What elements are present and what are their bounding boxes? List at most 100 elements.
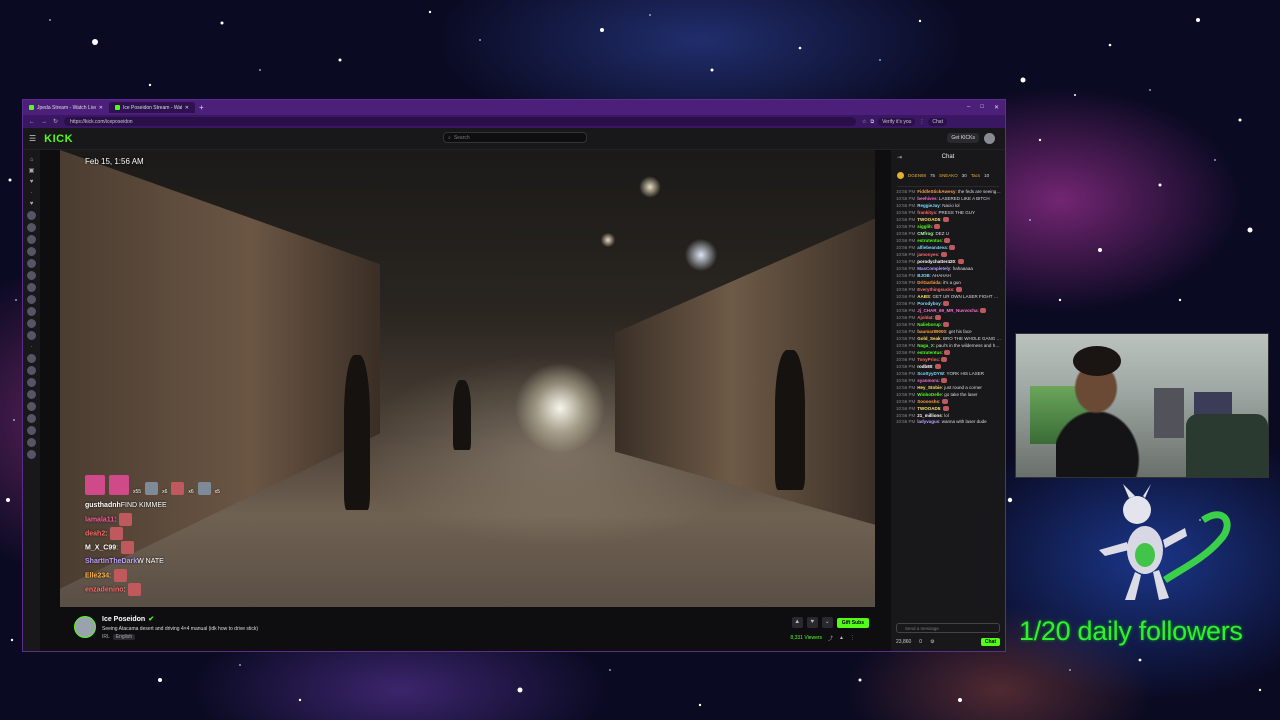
search-input[interactable]: ⌕ Search: [443, 132, 587, 143]
chat-username[interactable]: alfiebean4eva: [917, 245, 947, 250]
chat-message[interactable]: 10:56 PM Sooooshs:: [896, 399, 1001, 405]
chat-username[interactable]: porodychatter420: [917, 259, 955, 264]
chat-message[interactable]: 10:56 PM TWOOAD5:: [896, 217, 1001, 223]
chat-message[interactable]: 10:56 PM alfiebean4eva:: [896, 245, 1001, 251]
chat-username[interactable]: sigglih: [917, 224, 932, 229]
profile-pill[interactable]: Verify it's you: [878, 117, 916, 126]
close-tab-icon[interactable]: ✕: [185, 105, 189, 111]
chat-message[interactable]: 10:56 PM Hey_Stobie: just round a corner: [896, 385, 1001, 391]
chat-message-input[interactable]: Send a message: [896, 623, 1000, 633]
channel-avatar[interactable]: [27, 223, 36, 232]
close-window-icon[interactable]: ✕: [994, 104, 999, 111]
home-icon[interactable]: ⌂: [30, 156, 34, 164]
reload-icon[interactable]: ↻: [53, 118, 58, 125]
chat-message[interactable]: 10:56 PM Ajoldat:: [896, 315, 1001, 321]
chat-username[interactable]: Naga_X: [917, 343, 934, 348]
close-tab-icon[interactable]: ✕: [99, 105, 103, 111]
menu-icon[interactable]: ⋮: [919, 119, 924, 125]
chat-message[interactable]: 10:56 PM jamonyes:: [896, 252, 1001, 258]
following-heart-icon[interactable]: ♥: [30, 178, 34, 186]
chat-username[interactable]: ScottyyDYW: [917, 371, 944, 376]
chat-username[interactable]: rodb80: [917, 364, 932, 369]
chat-message[interactable]: 10:56 PM ScottyyDYW: YORK HIS LASER: [896, 371, 1001, 377]
chat-username[interactable]: 21_millions: [917, 413, 942, 418]
chat-username[interactable]: Ajoldat: [917, 315, 932, 320]
channel-avatar[interactable]: [27, 331, 36, 340]
channel-avatar[interactable]: [27, 450, 36, 459]
chat-message[interactable]: 10:56 PMAABS: GET UR OWN LASER FIGHT BAC…: [896, 294, 1001, 300]
maximize-icon[interactable]: □: [980, 104, 984, 111]
chat-message[interactable]: 10:55 PM FiddleStickAwesy: the feds are s…: [896, 189, 1001, 195]
clip-icon[interactable]: ▲: [839, 635, 844, 642]
chat-message[interactable]: 10:56 PM DrlGarbida: it's a gun: [896, 280, 1001, 286]
chat-message[interactable]: 10:56 PM baumar89000: get his face: [896, 329, 1001, 335]
hamburger-menu-icon[interactable]: ☰: [29, 134, 36, 143]
chat-username[interactable]: Sooooshs: [917, 399, 939, 404]
language-tag[interactable]: English: [112, 634, 136, 640]
chat-message[interactable]: 10:56 PM estrutentus:: [896, 238, 1001, 244]
chat-username[interactable]: TWOOAD5: [917, 217, 940, 222]
chat-message[interactable]: 10:56 PM BJOB: AHAHAH: [896, 273, 1001, 279]
chat-username[interactable]: jamonyes: [917, 252, 938, 257]
channel-avatar[interactable]: [27, 247, 36, 256]
chat-username[interactable]: DrlGarbida: [917, 280, 940, 285]
chat-message[interactable]: 10:56 PM porodychatter420:: [896, 259, 1001, 265]
chat-message[interactable]: 10:56 PM 21_millions: lol: [896, 413, 1001, 419]
chat-message[interactable]: 10:56 PM ladyvagus: wanna with laser dude: [896, 419, 1001, 425]
chat-username[interactable]: frankitys: [917, 210, 936, 215]
chat-username[interactable]: Everythingsucks: [917, 287, 953, 292]
channel-avatar[interactable]: [27, 426, 36, 435]
chat-username[interactable]: WinboDelle: [917, 392, 941, 397]
chat-username[interactable]: TWOOAD5: [917, 406, 940, 411]
chat-username[interactable]: Jj_CHAR_69_MR_Nuvvocha: [917, 308, 977, 313]
channel-avatar[interactable]: [27, 259, 36, 268]
chat-send-button[interactable]: Chat: [980, 638, 1000, 646]
extensions-icon[interactable]: ⧉: [871, 119, 875, 125]
chat-message[interactable]: 10:56 PM syanmora:: [896, 378, 1001, 384]
chat-message[interactable]: 10:55 PM beehives: LASERED LIKE A BITCH: [896, 196, 1001, 202]
new-tab-icon[interactable]: +: [195, 103, 208, 112]
forward-icon[interactable]: →: [41, 119, 47, 125]
chat-username[interactable]: TonyPrinc: [917, 357, 939, 362]
chat-message[interactable]: 10:56 PM estrutentus:: [896, 350, 1001, 356]
chat-message[interactable]: 10:55 PM frankitys: PRESS THE GUY: [896, 210, 1001, 216]
menu-icon[interactable]: ⋮: [850, 635, 855, 642]
chat-message[interactable]: 10:56 PM CMfrog: DEZ U: [896, 231, 1001, 237]
chat-username[interactable]: CMfrog: [917, 231, 933, 236]
channel-avatar[interactable]: [27, 438, 36, 447]
chat-username[interactable]: BJOB: [917, 273, 930, 278]
browse-icon[interactable]: ▣: [29, 167, 35, 175]
browser-tab-iceposeidon[interactable]: Ice Poseidon Stream - Watch... ✕: [109, 102, 195, 113]
chat-message[interactable]: 10:56 PM Porodyboy:: [896, 301, 1001, 307]
user-avatar[interactable]: [984, 133, 995, 144]
get-kicks-button[interactable]: Get KICKs: [947, 133, 979, 143]
chat-username[interactable]: ReggieJay: [917, 203, 940, 208]
follow-heart-icon[interactable]: ♥: [806, 617, 818, 628]
chat-message[interactable]: 10:56 PM rodb80:: [896, 364, 1001, 370]
chat-messages[interactable]: 10:55 PM FiddleStickAwesy: the feds are s…: [891, 187, 1005, 425]
chat-username[interactable]: syanmora: [917, 378, 938, 383]
chat-username[interactable]: Hey_Stobie: [917, 385, 942, 390]
chat-message[interactable]: 10:56 PM sigglih:: [896, 224, 1001, 230]
kick-logo[interactable]: KICK: [44, 133, 73, 145]
video-player[interactable]: Feb 15, 1:56 AM x55 x6 x6 x5 gusthadnhFI…: [60, 150, 875, 607]
channel-avatar[interactable]: [27, 295, 36, 304]
chat-message[interactable]: 10:56 PMGold_Seak: BRO THE WHOLE GANG FO…: [896, 336, 1001, 342]
minimize-icon[interactable]: –: [967, 104, 970, 111]
channel-avatar[interactable]: [27, 366, 36, 375]
chat-message[interactable]: 10:56 PM Jj_CHAR_69_MR_Nuvvocha:: [896, 308, 1001, 314]
channel-avatar[interactable]: [27, 307, 36, 316]
chat-message[interactable]: 10:56 PM TonyPrinc:: [896, 357, 1001, 363]
star-icon[interactable]: ☆: [862, 119, 866, 125]
chat-username[interactable]: Gold_Seak: [917, 336, 940, 341]
category-label[interactable]: IRL: [102, 634, 110, 640]
chat-username[interactable]: beehives: [917, 196, 936, 201]
url-field[interactable]: https://kick.com/iceposeidon: [64, 117, 857, 126]
channel-avatar[interactable]: [27, 414, 36, 423]
settings-gear-icon[interactable]: ⚙: [930, 639, 934, 645]
channel-avatar[interactable]: [74, 616, 96, 638]
chat-username[interactable]: MasCompletely: [917, 266, 950, 271]
chat-username[interactable]: baumar89000: [917, 329, 946, 334]
share-icon[interactable]: ⤴: [828, 635, 833, 642]
chat-username[interactable]: Porodyboy: [917, 301, 941, 306]
